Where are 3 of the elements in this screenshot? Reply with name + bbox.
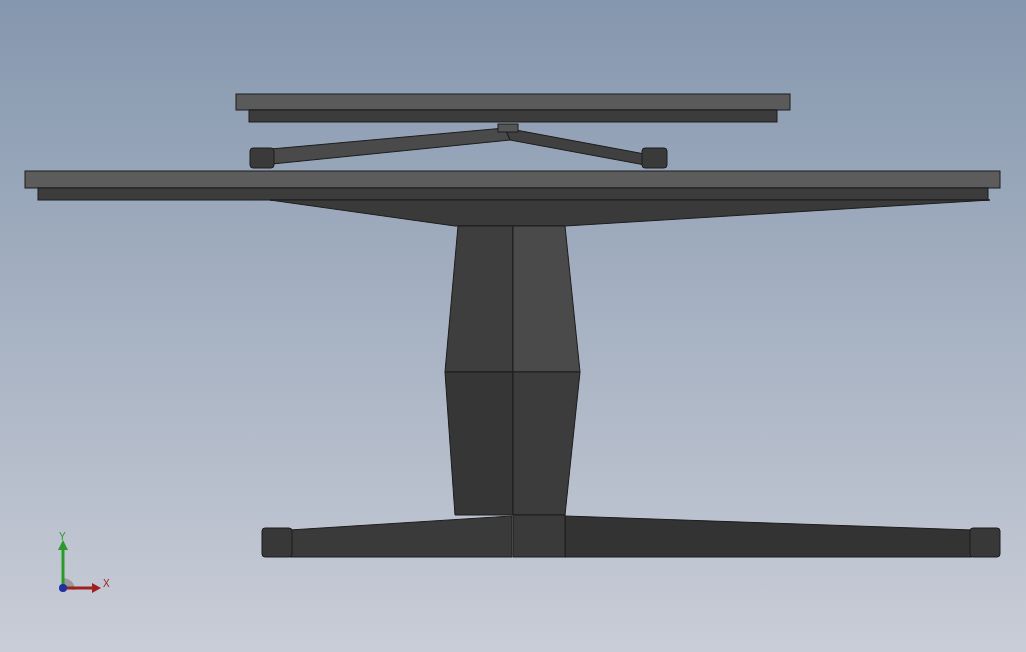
y-axis-label: Y xyxy=(59,531,66,542)
x-axis-label: X xyxy=(103,578,110,589)
axis-triad-drawing xyxy=(58,540,101,593)
